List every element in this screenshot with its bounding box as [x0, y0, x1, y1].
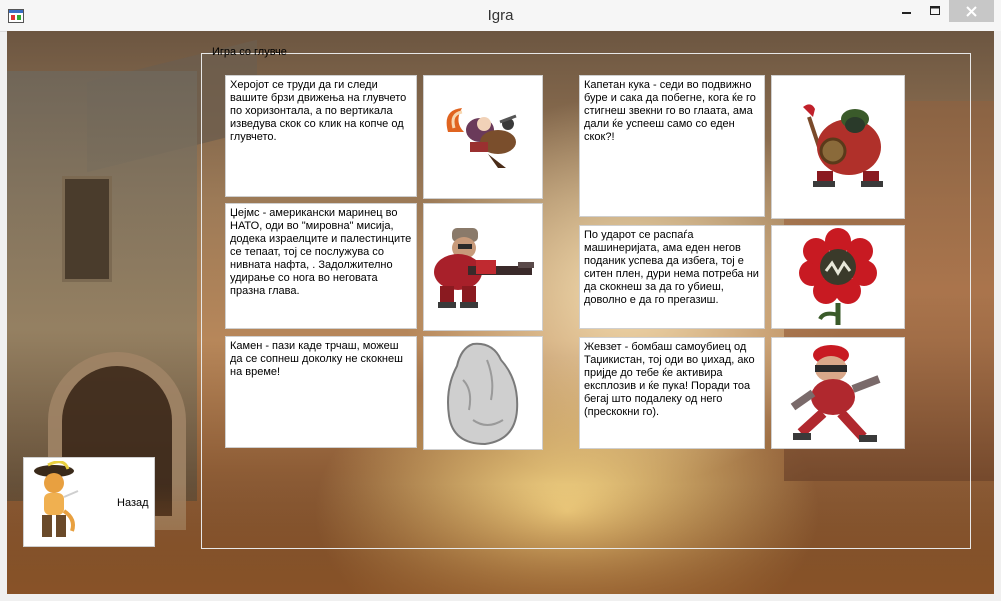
hero-character-icon: [446, 108, 517, 168]
marine-description: Џејмс - американски маринец во НАТО, оди…: [225, 203, 417, 329]
flower-picture: [771, 225, 905, 329]
captain-description: Капетан кука - седи во подвижно буре и с…: [579, 75, 765, 217]
hero-description: Херојот се труди да ги следи вашите брзи…: [225, 75, 417, 197]
bomber-runner-icon: [790, 345, 881, 442]
window-title: Igra: [487, 7, 514, 24]
game-background: Игра со глувче Херојот се труди да ги сл…: [7, 31, 994, 594]
background-window: [62, 176, 112, 282]
stone-description: Камен - пази каде трчаш, можеш да се соп…: [225, 336, 417, 448]
groupbox-legend: Игра со глувче: [212, 46, 287, 58]
minimize-icon: [902, 12, 911, 14]
minimize-button[interactable]: [893, 0, 921, 22]
window-right-edge: [994, 31, 1001, 601]
marine-picture: [423, 203, 543, 331]
maximize-icon: [929, 6, 940, 15]
stone-icon: [447, 342, 519, 446]
title-bar: Igra: [0, 0, 1001, 32]
maximize-button[interactable]: [921, 0, 949, 22]
bomber-picture: [771, 337, 905, 449]
back-button[interactable]: Назад: [23, 457, 155, 547]
close-button[interactable]: [949, 0, 994, 22]
flower-monster-icon: [799, 228, 877, 325]
puss-in-boots-icon: [34, 461, 79, 537]
hero-picture: [423, 75, 543, 199]
marine-soldier-icon: [434, 228, 534, 308]
stone-picture: [423, 336, 543, 450]
captain-barrel-icon: [803, 104, 883, 187]
captain-picture: [771, 75, 905, 219]
bomber-description: Жевзет - бомбаш самоубиец од Таџикистан,…: [579, 337, 765, 449]
close-icon: [966, 5, 977, 17]
back-label: Назад: [117, 497, 149, 509]
flower-description: По ударот се распаѓа машинеријата, ама е…: [579, 225, 765, 329]
